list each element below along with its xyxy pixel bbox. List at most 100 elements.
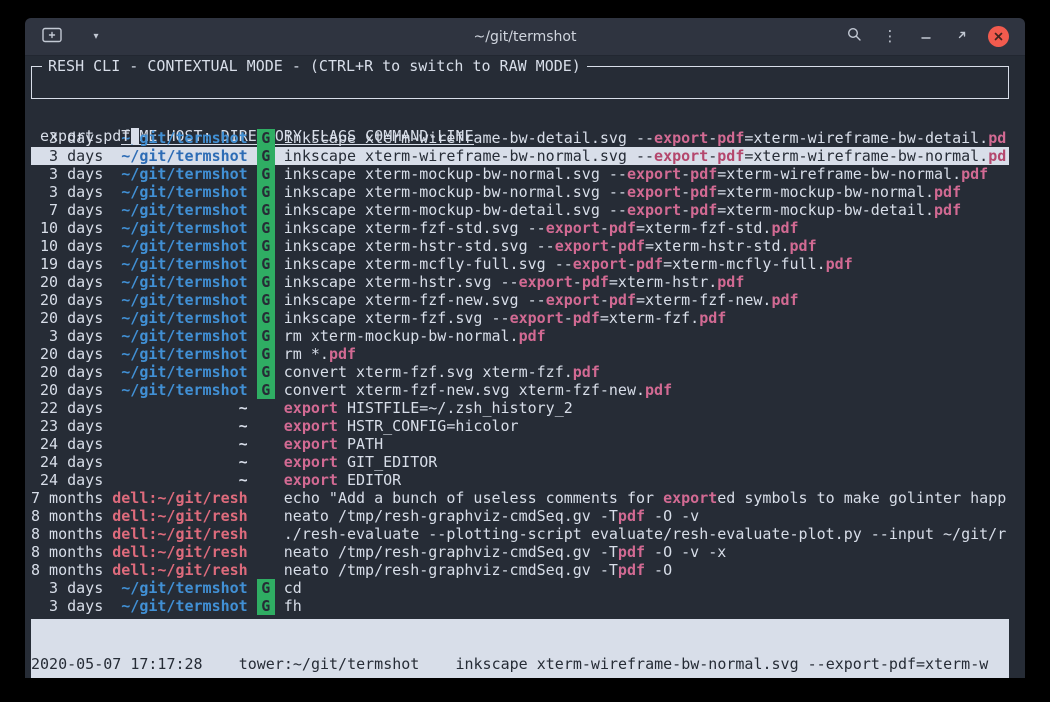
history-row[interactable]: 24 days~export GIT_EDITOR [31, 453, 1009, 471]
row-host: ~/git/termshot [112, 291, 247, 309]
terminal-profile-dropdown[interactable]: ▾ [81, 22, 111, 52]
row-command: convert xterm-fzf.svg xterm-fzf.pdf [284, 363, 1009, 381]
history-row[interactable]: 19 days~/git/termshotGinkscape xterm-mcf… [31, 255, 1009, 273]
command-match-segment: export [284, 399, 338, 417]
maximize-button[interactable] [947, 22, 977, 52]
minimize-icon [920, 29, 932, 45]
command-segment: - [627, 255, 636, 273]
command-segment: inkscape xterm-fzf.svg -- [284, 309, 510, 327]
row-time: 19 days [31, 255, 103, 273]
history-row[interactable]: 22 days~export HISTFILE=~/.zsh_history_2 [31, 399, 1009, 417]
row-flag-badge: G [257, 255, 275, 273]
history-row[interactable]: 3 days~/git/termshotGfh [31, 597, 1009, 615]
row-time: 3 days [31, 597, 103, 615]
row-host: ~/git/termshot [112, 381, 247, 399]
text-cursor-block [131, 128, 139, 144]
history-row[interactable]: 7 monthsdell:~/git/reshecho "Add a bunch… [31, 489, 1009, 507]
row-flags [257, 525, 275, 543]
row-flag-badge: G [257, 291, 275, 309]
command-match-segment: pdf [609, 291, 636, 309]
history-row[interactable]: 3 days~/git/termshotGcd [31, 579, 1009, 597]
row-host: ~/git/termshot [112, 597, 247, 615]
command-match-segment: pdf [826, 255, 853, 273]
row-command: inkscape xterm-fzf.svg --export-pdf=xter… [284, 309, 1009, 327]
row-command: inkscape xterm-fzf-std.svg --export-pdf=… [284, 219, 1009, 237]
command-match-segment: pdf [790, 237, 817, 255]
history-row[interactable]: 20 days~/git/termshotGconvert xterm-fzf.… [31, 363, 1009, 381]
row-host: ~ [112, 435, 247, 453]
row-time: 23 days [31, 417, 103, 435]
history-row[interactable]: 7 days~/git/termshotGinkscape xterm-mock… [31, 201, 1009, 219]
row-flags [257, 453, 275, 471]
command-segment: neato /tmp/resh-graphviz-cmdSeq.gv -T [284, 507, 618, 525]
row-time: 22 days [31, 399, 103, 417]
history-row[interactable]: 20 days~/git/termshotGinkscape xterm-fzf… [31, 291, 1009, 309]
history-row[interactable]: 8 monthsdell:~/git/reshneato /tmp/resh-g… [31, 507, 1009, 525]
row-flags [257, 489, 275, 507]
minimize-button[interactable] [911, 22, 941, 52]
status-bar: 2020-05-07 17:17:28 tower:~/git/termshot… [31, 619, 1009, 678]
command-segment: =xterm-hstr. [609, 273, 717, 291]
command-segment: EDITOR [338, 471, 401, 489]
row-time: 8 months [31, 507, 103, 525]
history-row[interactable]: 20 days~/git/termshotGinkscape xterm-fzf… [31, 309, 1009, 327]
history-row[interactable]: 24 days~export EDITOR [31, 471, 1009, 489]
search-input[interactable]: export pdf [40, 127, 1000, 145]
history-row[interactable]: 24 days~export PATH [31, 435, 1009, 453]
row-host: dell:~/git/resh [112, 489, 247, 507]
history-row[interactable]: 20 days~/git/termshotGconvert xterm-fzf-… [31, 381, 1009, 399]
command-match-segment: pdf [618, 237, 645, 255]
command-segment: - [600, 219, 609, 237]
row-command: inkscape xterm-fzf-new.svg --export-pdf=… [284, 291, 1009, 309]
close-icon [988, 26, 1009, 47]
row-flag-badge: G [257, 327, 275, 345]
command-match-segment: pdf [609, 219, 636, 237]
history-row[interactable]: 10 days~/git/termshotGinkscape xterm-hst… [31, 237, 1009, 255]
row-host: ~ [112, 453, 247, 471]
history-row[interactable]: 10 days~/git/termshotGinkscape xterm-fzf… [31, 219, 1009, 237]
row-time: 8 months [31, 543, 103, 561]
row-time: 7 days [31, 201, 103, 219]
command-match-segment: export [546, 291, 600, 309]
command-segment: neato /tmp/resh-graphviz-cmdSeq.gv -T [284, 561, 618, 579]
row-flag-badge: G [257, 381, 275, 399]
new-terminal-button[interactable] [37, 22, 67, 52]
command-segment: ./resh-evaluate --plotting-script evalua… [284, 525, 1006, 543]
row-command: rm *.pdf [284, 345, 1009, 363]
row-command: inkscape xterm-mockup-bw-normal.svg --ex… [284, 183, 1009, 201]
close-button[interactable] [983, 22, 1013, 52]
history-row[interactable]: 8 monthsdell:~/git/reshneato /tmp/resh-g… [31, 543, 1009, 561]
history-row[interactable]: 20 days~/git/termshotGrm *.pdf [31, 345, 1009, 363]
row-flag-badge: G [257, 579, 275, 597]
row-flags: G [257, 291, 275, 309]
search-button[interactable] [839, 22, 869, 52]
row-command: fh [284, 597, 1009, 615]
command-segment: PATH [338, 435, 383, 453]
command-match-segment: export [510, 309, 564, 327]
row-time: 24 days [31, 471, 103, 489]
command-segment: inkscape xterm-mcfly-full.svg -- [284, 255, 573, 273]
row-flags [257, 561, 275, 579]
row-command: export EDITOR [284, 471, 1009, 489]
command-segment: =xterm-fzf. [600, 309, 699, 327]
terminal-window: ▾ ~/git/termshot ⋮ [25, 18, 1025, 678]
row-time: 24 days [31, 453, 103, 471]
history-row[interactable]: 3 days~/git/termshotGinkscape xterm-mock… [31, 183, 1009, 201]
history-row[interactable]: 20 days~/git/termshotGinkscape xterm-hst… [31, 273, 1009, 291]
menu-button[interactable]: ⋮ [875, 22, 905, 52]
row-time: 8 months [31, 525, 103, 543]
row-time: 20 days [31, 363, 103, 381]
row-flags: G [257, 255, 275, 273]
row-time: 24 days [31, 435, 103, 453]
history-row[interactable]: 23 days~export HSTR_CONFIG=hicolor [31, 417, 1009, 435]
search-frame-title: RESH CLI - CONTEXTUAL MODE - (CTRL+R to … [42, 57, 587, 75]
history-row[interactable]: 8 monthsdell:~/git/reshneato /tmp/resh-g… [31, 561, 1009, 579]
row-flag-badge: G [257, 183, 275, 201]
row-host: ~/git/termshot [112, 183, 247, 201]
history-row[interactable]: 3 days~/git/termshotGrm xterm-mockup-bw-… [31, 327, 1009, 345]
history-row[interactable]: 8 monthsdell:~/git/resh./resh-evaluate -… [31, 525, 1009, 543]
row-flags [257, 471, 275, 489]
command-segment: inkscape xterm-hstr-std.svg -- [284, 237, 555, 255]
command-match-segment: pdf [699, 309, 726, 327]
command-match-segment: pdf [519, 327, 546, 345]
